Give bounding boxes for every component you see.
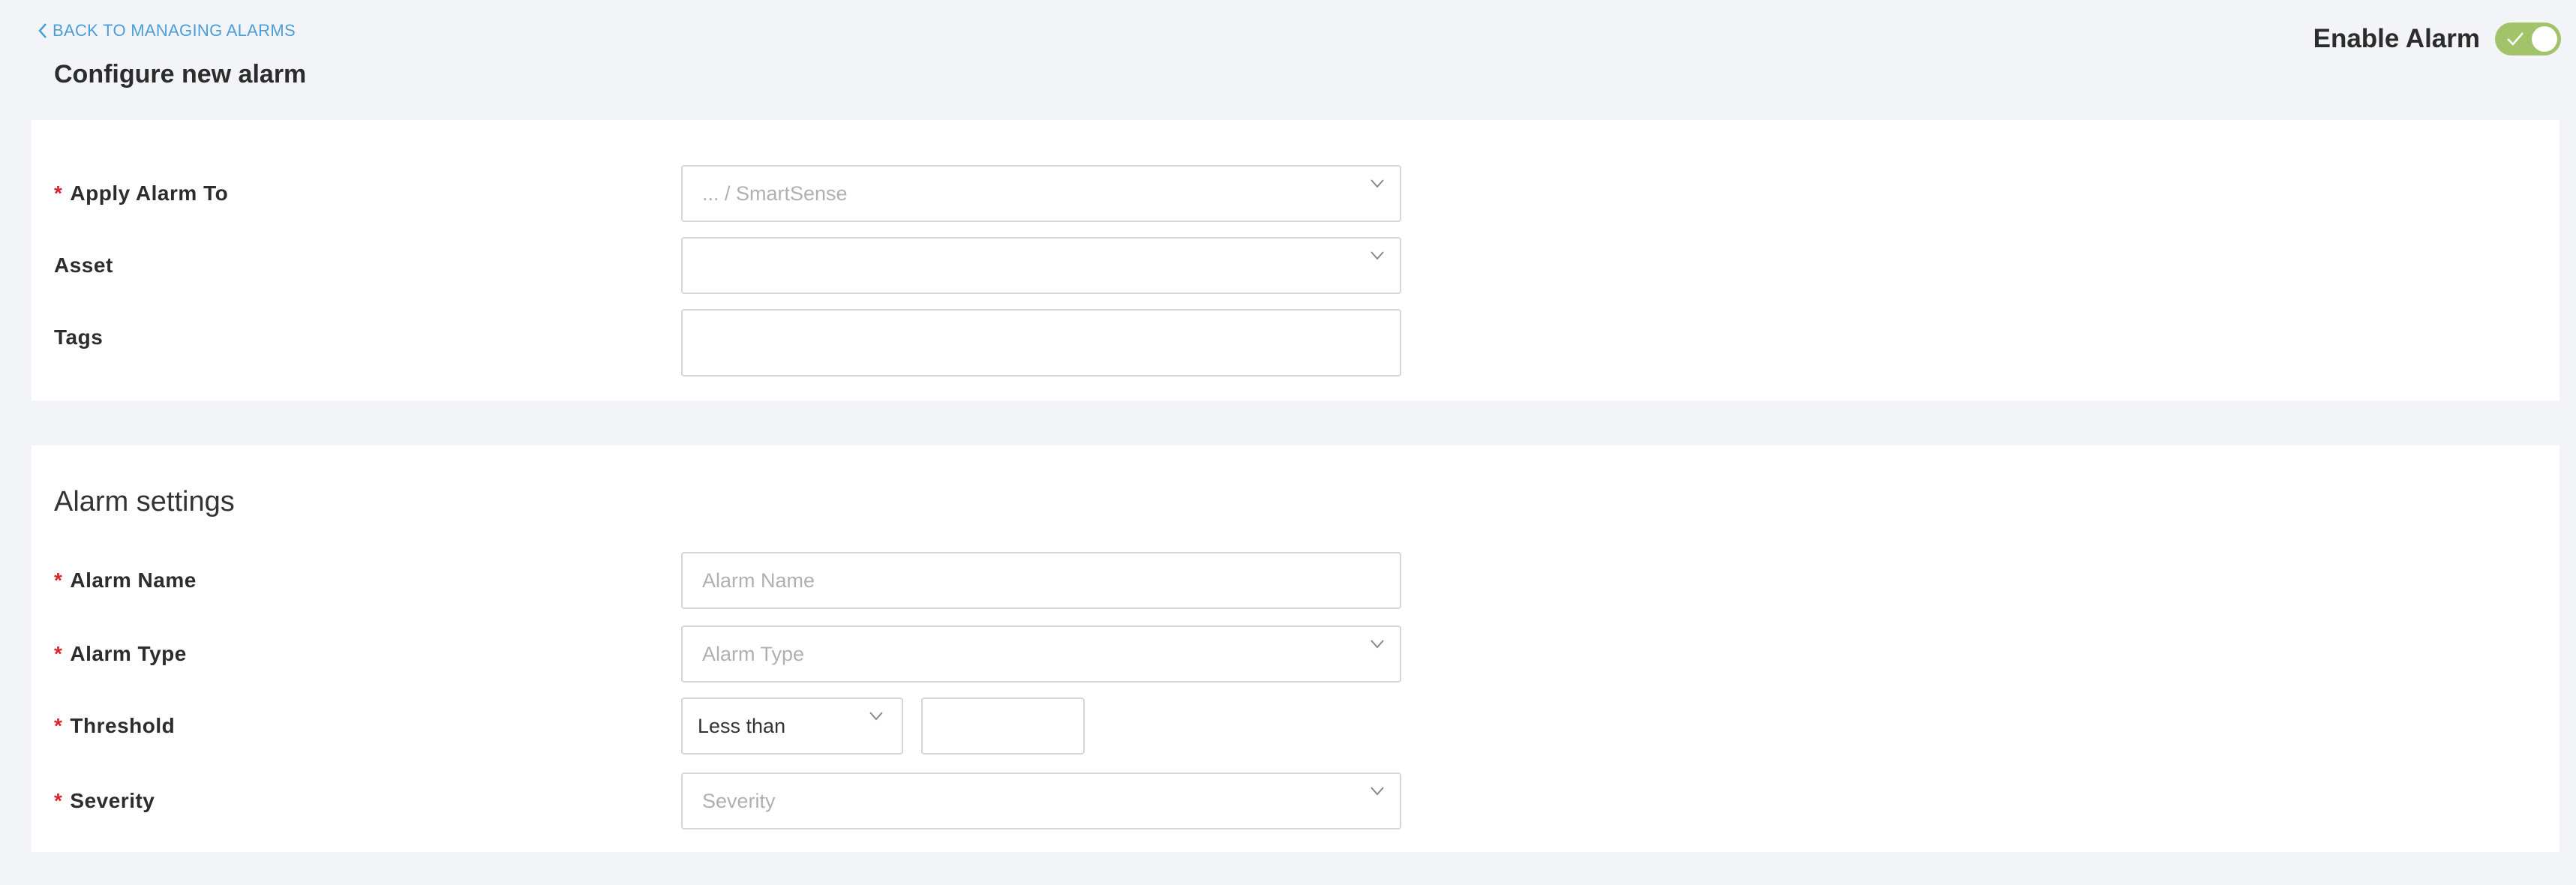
enable-alarm-toggle[interactable] [2495, 22, 2561, 56]
asset-select[interactable] [681, 237, 1401, 294]
enable-alarm-label: Enable Alarm [2313, 24, 2480, 53]
chevron-down-icon [1371, 251, 1384, 260]
alarm-name-label: * Alarm Name [54, 568, 197, 592]
threshold-row: * Threshold Less than [32, 698, 2559, 754]
tags-row: Tags [32, 309, 2559, 376]
chevron-down-icon [1371, 179, 1384, 188]
apply-alarm-to-text: Apply Alarm To [70, 182, 229, 205]
back-to-managing-alarms-link[interactable]: BACK TO MANAGING ALARMS [38, 21, 296, 40]
alarm-name-placeholder: Alarm Name [702, 568, 815, 592]
asset-label: Asset [54, 254, 113, 277]
alarm-type-select[interactable]: Alarm Type [681, 626, 1401, 682]
alarm-type-placeholder: Alarm Type [702, 642, 805, 665]
section-title: Alarm settings [54, 486, 235, 518]
tags-label: Tags [54, 326, 104, 349]
required-marker: * [54, 182, 63, 205]
severity-select[interactable]: Severity [681, 772, 1401, 830]
chevron-down-icon [869, 712, 883, 721]
apply-alarm-to-row: * Apply Alarm To ... / SmartSense [32, 165, 2559, 222]
apply-alarm-to-label: * Apply Alarm To [54, 182, 228, 206]
chevron-left-icon [38, 23, 47, 38]
configure-alarm-page: BACK TO MANAGING ALARMS Configure new al… [0, 0, 2576, 885]
alarm-type-row: * Alarm Type Alarm Type [32, 626, 2559, 682]
alarm-name-text: Alarm Name [70, 568, 197, 592]
check-icon [2507, 32, 2523, 46]
page-title: Configure new alarm [54, 60, 307, 88]
chevron-down-icon [1371, 787, 1384, 796]
chevron-down-icon [1371, 640, 1384, 649]
severity-placeholder: Severity [702, 789, 776, 812]
tags-input[interactable] [681, 309, 1401, 376]
enable-alarm-control: Enable Alarm [2313, 22, 2561, 56]
alarm-type-text: Alarm Type [70, 642, 187, 665]
back-link-label[interactable]: BACK TO MANAGING ALARMS [53, 21, 296, 40]
alarm-type-label: * Alarm Type [54, 642, 187, 666]
alarm-name-input[interactable]: Alarm Name [681, 552, 1401, 609]
required-marker: * [54, 642, 63, 665]
alarm-settings-card: Alarm settings * Alarm Name Alarm Name * A… [32, 446, 2559, 852]
required-marker: * [54, 568, 63, 592]
threshold-value-input[interactable] [921, 698, 1085, 754]
asset-row: Asset [32, 237, 2559, 294]
apply-alarm-to-value: ... / SmartSense [702, 182, 848, 205]
alarm-target-card: * Apply Alarm To ... / SmartSense Asset T… [32, 120, 2559, 400]
required-marker: * [54, 714, 63, 737]
severity-row: * Severity Severity [32, 772, 2559, 830]
threshold-text: Threshold [70, 714, 176, 737]
apply-alarm-to-select[interactable]: ... / SmartSense [681, 165, 1401, 222]
alarm-name-row: * Alarm Name Alarm Name [32, 552, 2559, 609]
threshold-operator-select[interactable]: Less than [681, 698, 903, 754]
threshold-operator-value: Less than [698, 714, 786, 737]
threshold-label: * Threshold [54, 714, 175, 738]
toggle-knob [2532, 26, 2557, 52]
severity-label: * Severity [54, 789, 155, 813]
severity-text: Severity [70, 789, 155, 812]
required-marker: * [54, 789, 63, 812]
